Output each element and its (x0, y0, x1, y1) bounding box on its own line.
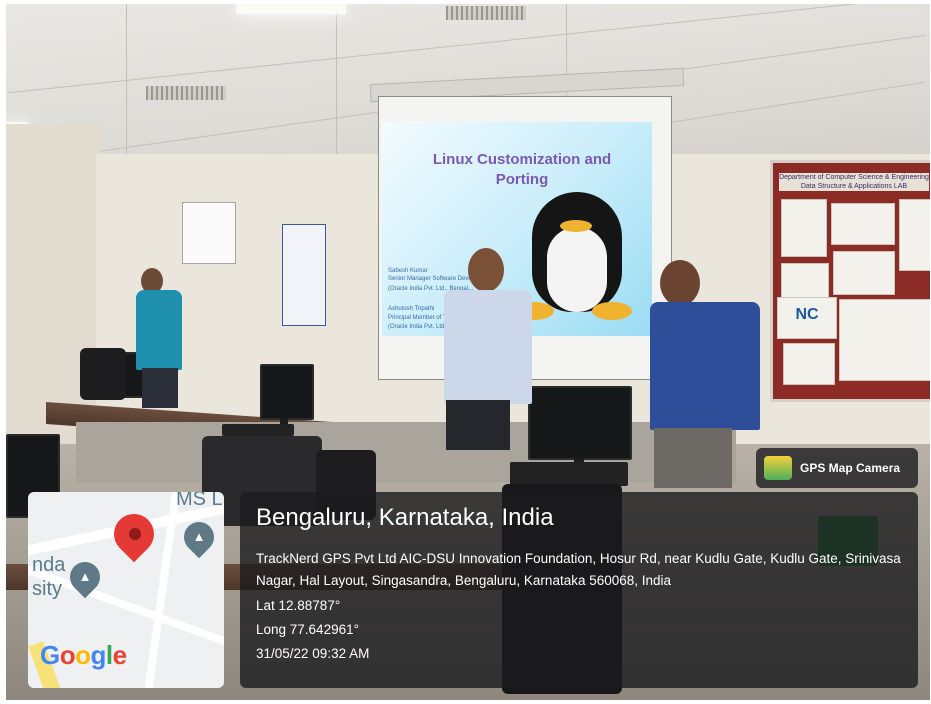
person-head (660, 260, 700, 306)
map-label: sity (32, 578, 62, 600)
google-logo: Google (40, 640, 127, 670)
computer-monitor (528, 386, 632, 460)
map-thumbnail: MS L nda sity ▲ ▲ Google (28, 492, 224, 688)
map-label: MS L (176, 492, 223, 510)
location-title: Bengaluru, Karnataka, India (256, 504, 554, 531)
slide-presenter-2-name: Ashutosh Tripathi (388, 306, 435, 312)
latitude: Lat 12.88787° (256, 598, 341, 613)
badge-label: GPS Map Camera (800, 461, 901, 475)
person-head (468, 248, 504, 292)
slide-presenter-1-name: Sabesh Kumar (388, 268, 428, 274)
board-stamp: NC (777, 297, 837, 339)
wall-poster (182, 202, 236, 264)
slide-title: Linux Customization and Porting (432, 151, 612, 188)
computer-monitor (260, 364, 314, 420)
office-chair (80, 348, 126, 400)
person-shirt (650, 302, 760, 430)
board-header: Department of Computer Science & Enginee… (779, 173, 929, 191)
gps-map-camera-icon (764, 456, 792, 480)
person-shirt (136, 290, 182, 370)
keyboard (510, 462, 628, 486)
longitude: Long 77.642961° (256, 622, 359, 637)
keyboard (222, 424, 294, 436)
datetime: 31/05/22 09:32 AM (256, 646, 370, 661)
wall-poster (282, 224, 326, 326)
ceiling-vent (146, 86, 226, 100)
location-info-card: Bengaluru, Karnataka, India TrackNerd GP… (240, 492, 918, 688)
map-label: nda (32, 554, 66, 576)
location-address: TrackNerd GPS Pvt Ltd AIC-DSU Innovation… (256, 551, 901, 588)
person-shirt (444, 290, 532, 404)
ceiling-light (236, 4, 346, 14)
ceiling-vent (446, 6, 526, 20)
slide-presenter-1-role: Senior Manager Software Develo... (388, 276, 482, 282)
gps-map-camera-badge: GPS Map Camera (756, 448, 918, 488)
notice-board: Department of Computer Science & Enginee… (770, 160, 930, 402)
